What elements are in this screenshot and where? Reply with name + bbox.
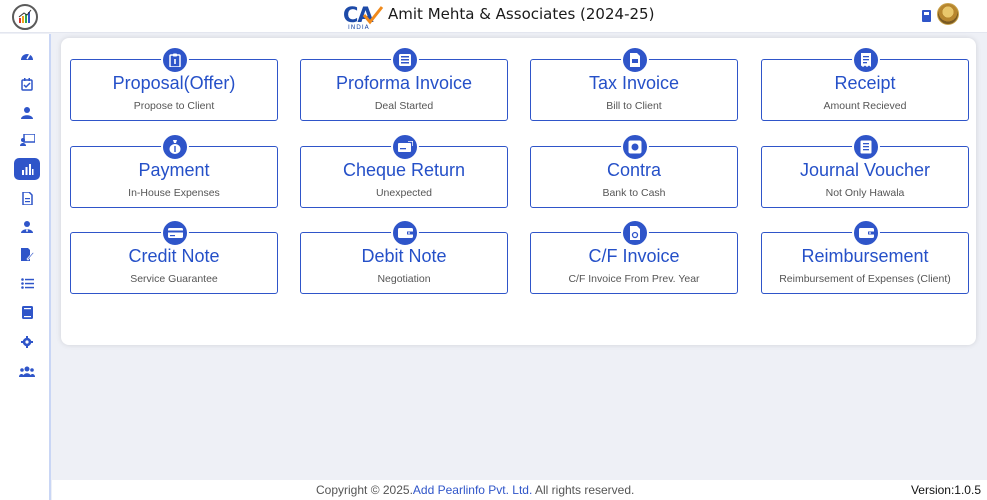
sidebar-item-dashboard[interactable] xyxy=(14,45,40,67)
speedometer-icon xyxy=(21,53,33,60)
tile-title: Cheque Return xyxy=(342,160,466,180)
copyright-prefix: Copyright © 2025. xyxy=(316,483,413,497)
tile-tax-invoice[interactable]: Tax Invoice Bill to Client xyxy=(530,46,738,121)
ca-logo-sub: INDIA xyxy=(348,24,370,31)
clipboard-icon xyxy=(161,46,189,74)
edit-file-icon xyxy=(21,247,34,261)
tile-title: Payment xyxy=(138,160,210,180)
user-tie-icon xyxy=(21,220,33,233)
sidebar-item-accounts[interactable] xyxy=(14,158,40,180)
sidebar xyxy=(0,34,51,500)
tile-subtitle: Reimbursement of Expenses (Client) xyxy=(779,273,951,285)
sidebar-item-settings[interactable] xyxy=(14,331,40,353)
bar-chart-icon xyxy=(21,164,33,175)
invoice-file-icon xyxy=(621,46,649,74)
users-icon xyxy=(19,366,35,377)
sidebar-item-users[interactable] xyxy=(14,215,40,237)
sidebar-item-tasks[interactable] xyxy=(14,243,40,265)
tile-proforma-invoice[interactable]: Proforma Invoice Deal Started xyxy=(300,46,508,121)
tile-contra[interactable]: Contra Bank to Cash xyxy=(530,133,738,208)
tile-title: C/F Invoice xyxy=(588,246,680,266)
calendar-check-icon xyxy=(21,77,33,91)
tile-journal-voucher[interactable]: Journal Voucher Not Only Hawala xyxy=(761,133,969,208)
tile-proposal[interactable]: Proposal(Offer) Propose to Client xyxy=(70,46,278,121)
sidebar-item-team[interactable] xyxy=(14,360,40,382)
tile-subtitle: C/F Invoice From Prev. Year xyxy=(568,273,700,285)
wallet-card-icon xyxy=(852,219,880,247)
tile-subtitle: Deal Started xyxy=(374,100,434,112)
book-icon xyxy=(21,305,33,319)
voucher-icon xyxy=(852,133,880,161)
money-bag-icon xyxy=(161,133,189,161)
list-icon xyxy=(20,277,34,289)
footer: Copyright © 2025.Add Pearlinfo Pvt. Ltd.… xyxy=(52,480,987,500)
sidebar-item-books[interactable] xyxy=(14,301,40,323)
copyright-text: Copyright © 2025.Add Pearlinfo Pvt. Ltd.… xyxy=(316,483,634,497)
gear-icon xyxy=(21,336,33,348)
app-logo-icon[interactable] xyxy=(12,4,38,30)
sidebar-item-documents[interactable] xyxy=(14,187,40,209)
tile-title: Receipt xyxy=(834,73,896,93)
tile-subtitle: Bank to Cash xyxy=(602,187,666,199)
copyright-suffix: All rights reserved. xyxy=(532,483,635,497)
calculator-icon[interactable] xyxy=(922,10,931,22)
company-link[interactable]: Add Pearlinfo Pvt. Ltd. xyxy=(413,483,532,497)
tile-subtitle: Bill to Client xyxy=(606,100,662,112)
tile-debit-note[interactable]: Debit Note Negotiation xyxy=(300,219,508,294)
invoice-forward-icon xyxy=(621,219,649,247)
tile-title: Tax Invoice xyxy=(588,73,680,93)
credit-card-icon xyxy=(161,219,189,247)
ca-india-logo: CA INDIA xyxy=(343,3,384,33)
sidebar-item-client[interactable] xyxy=(14,101,40,123)
document-icon xyxy=(21,191,33,205)
tile-subtitle: Amount Recieved xyxy=(823,100,907,112)
top-header: CA INDIA Amit Mehta & Associates (2024-2… xyxy=(0,0,987,33)
firm-title: Amit Mehta & Associates (2024-25) xyxy=(388,5,655,23)
tile-title: Debit Note xyxy=(361,246,447,266)
tick-mark-icon xyxy=(362,6,384,25)
tile-title: Journal Voucher xyxy=(799,160,931,180)
tile-title: Contra xyxy=(606,160,662,180)
user-avatar[interactable] xyxy=(937,3,959,25)
tile-subtitle: Propose to Client xyxy=(133,100,215,112)
user-icon xyxy=(21,106,33,119)
receipt-icon xyxy=(852,46,880,74)
tile-cf-invoice[interactable]: C/F Invoice C/F Invoice From Prev. Year xyxy=(530,219,738,294)
tile-subtitle: Unexpected xyxy=(375,187,433,199)
wallet-icon xyxy=(391,219,419,247)
sidebar-item-calendar[interactable] xyxy=(14,73,40,95)
tile-subtitle: Not Only Hawala xyxy=(825,187,905,199)
version-label: Version:1.0.5 xyxy=(910,483,981,497)
tile-cheque-return[interactable]: Cheque Return Unexpected xyxy=(300,133,508,208)
tile-title: Proposal(Offer) xyxy=(112,73,236,93)
voucher-panel: Proposal(Offer) Propose to Client Profor… xyxy=(61,38,976,345)
tile-title: Credit Note xyxy=(128,246,220,266)
tile-payment[interactable]: Payment In-House Expenses xyxy=(70,133,278,208)
receipt-grid-icon xyxy=(391,46,419,74)
bank-safe-icon xyxy=(621,133,649,161)
sidebar-item-staff[interactable] xyxy=(14,129,40,151)
tile-receipt[interactable]: Receipt Amount Recieved xyxy=(761,46,969,121)
cheque-icon xyxy=(391,133,419,161)
tile-subtitle: Negotiation xyxy=(377,273,431,285)
teacher-icon xyxy=(19,134,35,146)
tile-title: Proforma Invoice xyxy=(335,73,473,93)
tile-subtitle: In-House Expenses xyxy=(128,187,220,199)
tile-title: Reimbursement xyxy=(801,246,929,266)
tile-subtitle: Service Guarantee xyxy=(130,273,218,285)
tile-credit-note[interactable]: Credit Note Service Guarantee xyxy=(70,219,278,294)
tile-reimbursement[interactable]: Reimbursement Reimbursement of Expenses … xyxy=(761,219,969,294)
sidebar-item-lists[interactable] xyxy=(14,272,40,294)
